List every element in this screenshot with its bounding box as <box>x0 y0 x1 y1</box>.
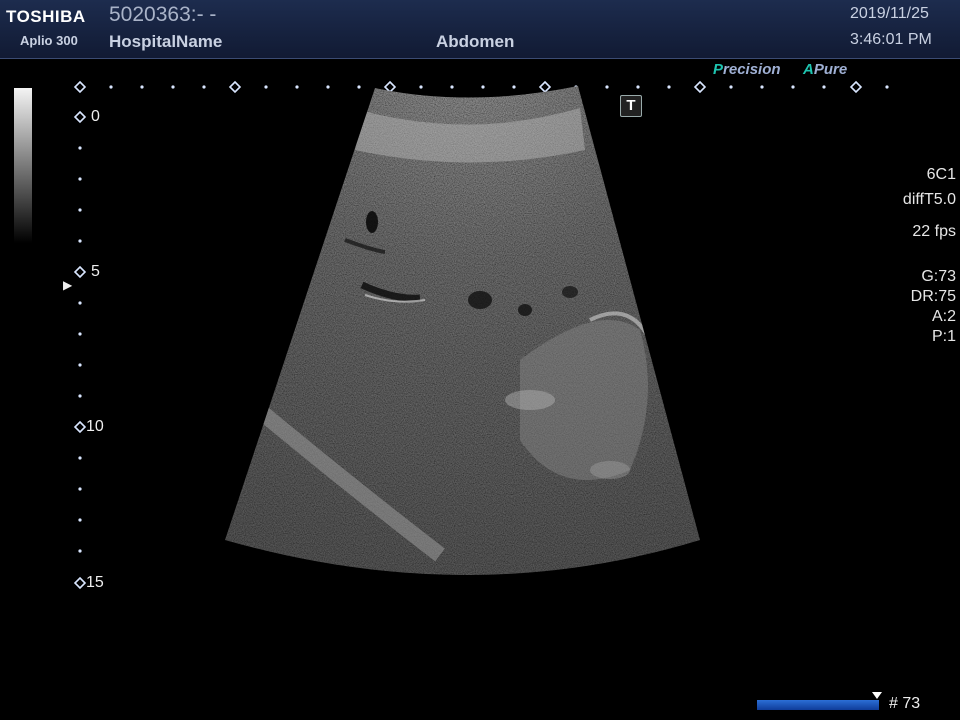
cine-position-caret-icon[interactable] <box>872 692 882 699</box>
imaging-mode: diffT5.0 <box>902 191 956 208</box>
depth-label-5: 5 <box>91 263 100 280</box>
p-param-value: P:1 <box>931 328 956 345</box>
frame-rate: 22 fps <box>912 223 956 240</box>
cine-frame-count: # 73 <box>889 695 921 712</box>
depth-label-15: 15 <box>86 574 104 591</box>
t-marker-icon: T <box>620 95 642 117</box>
depth-label-10: 10 <box>86 418 104 435</box>
ultrasound-image[interactable] <box>0 0 960 720</box>
depth-label-0: 0 <box>91 108 100 125</box>
a-param-value: A:2 <box>931 308 956 325</box>
depth-scale <box>73 110 87 590</box>
focus-marker-icon[interactable]: ▶ <box>63 278 72 292</box>
dynamic-range-value: DR:75 <box>910 288 956 305</box>
cine-progress-bar[interactable] <box>757 700 879 710</box>
grayscale-bar <box>14 88 32 243</box>
probe-label: 6C1 <box>926 166 956 183</box>
gain-value: G:73 <box>921 268 956 285</box>
